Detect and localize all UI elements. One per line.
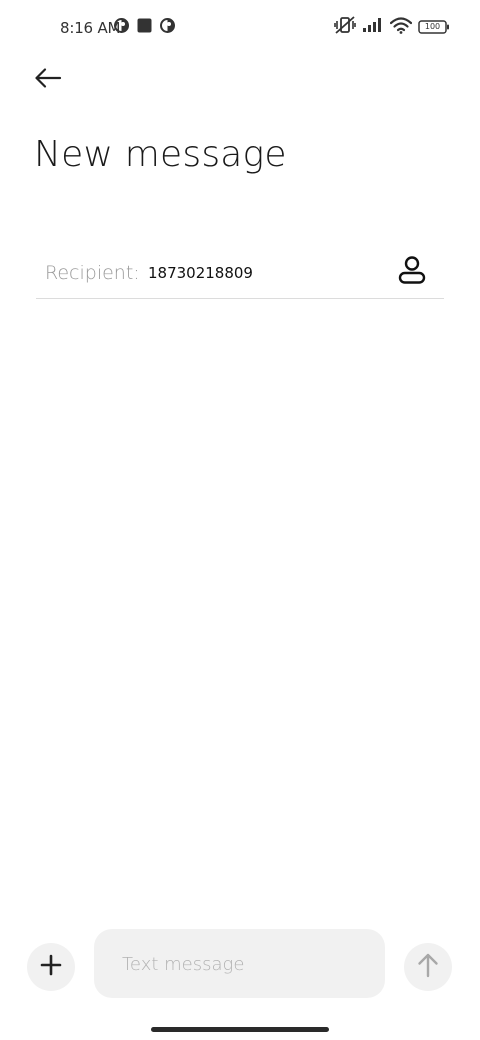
signal-icon [362, 17, 384, 37]
wifi-icon [389, 16, 413, 38]
vibrate-off-icon [334, 16, 356, 38]
back-button[interactable] [28, 62, 68, 98]
page-title: New message [34, 134, 287, 175]
arrow-up-icon [417, 952, 439, 982]
battery-level: 100 [424, 22, 441, 31]
person-icon [398, 255, 426, 289]
battery-icon: 100 [418, 19, 450, 35]
send-button[interactable] [404, 943, 452, 991]
message-box [94, 929, 385, 998]
contact-picker-button[interactable] [394, 254, 430, 290]
app-notification-icon [160, 18, 175, 37]
arrow-left-icon [34, 67, 62, 93]
recipient-input[interactable] [148, 260, 378, 286]
status-time: 8:16 AM [60, 19, 121, 37]
recipient-label: Recipient: [45, 262, 140, 284]
plus-icon [40, 954, 62, 980]
system-icons: 100 [334, 16, 450, 38]
square-notification-icon [137, 18, 152, 37]
recipient-row: Recipient: [36, 248, 444, 299]
notification-icons [114, 18, 175, 37]
app-notification-icon [114, 18, 129, 37]
status-bar: 8:16 AM 100 [0, 0, 480, 56]
message-input[interactable] [122, 951, 362, 977]
home-indicator[interactable] [151, 1027, 329, 1032]
add-attachment-button[interactable] [27, 943, 75, 991]
